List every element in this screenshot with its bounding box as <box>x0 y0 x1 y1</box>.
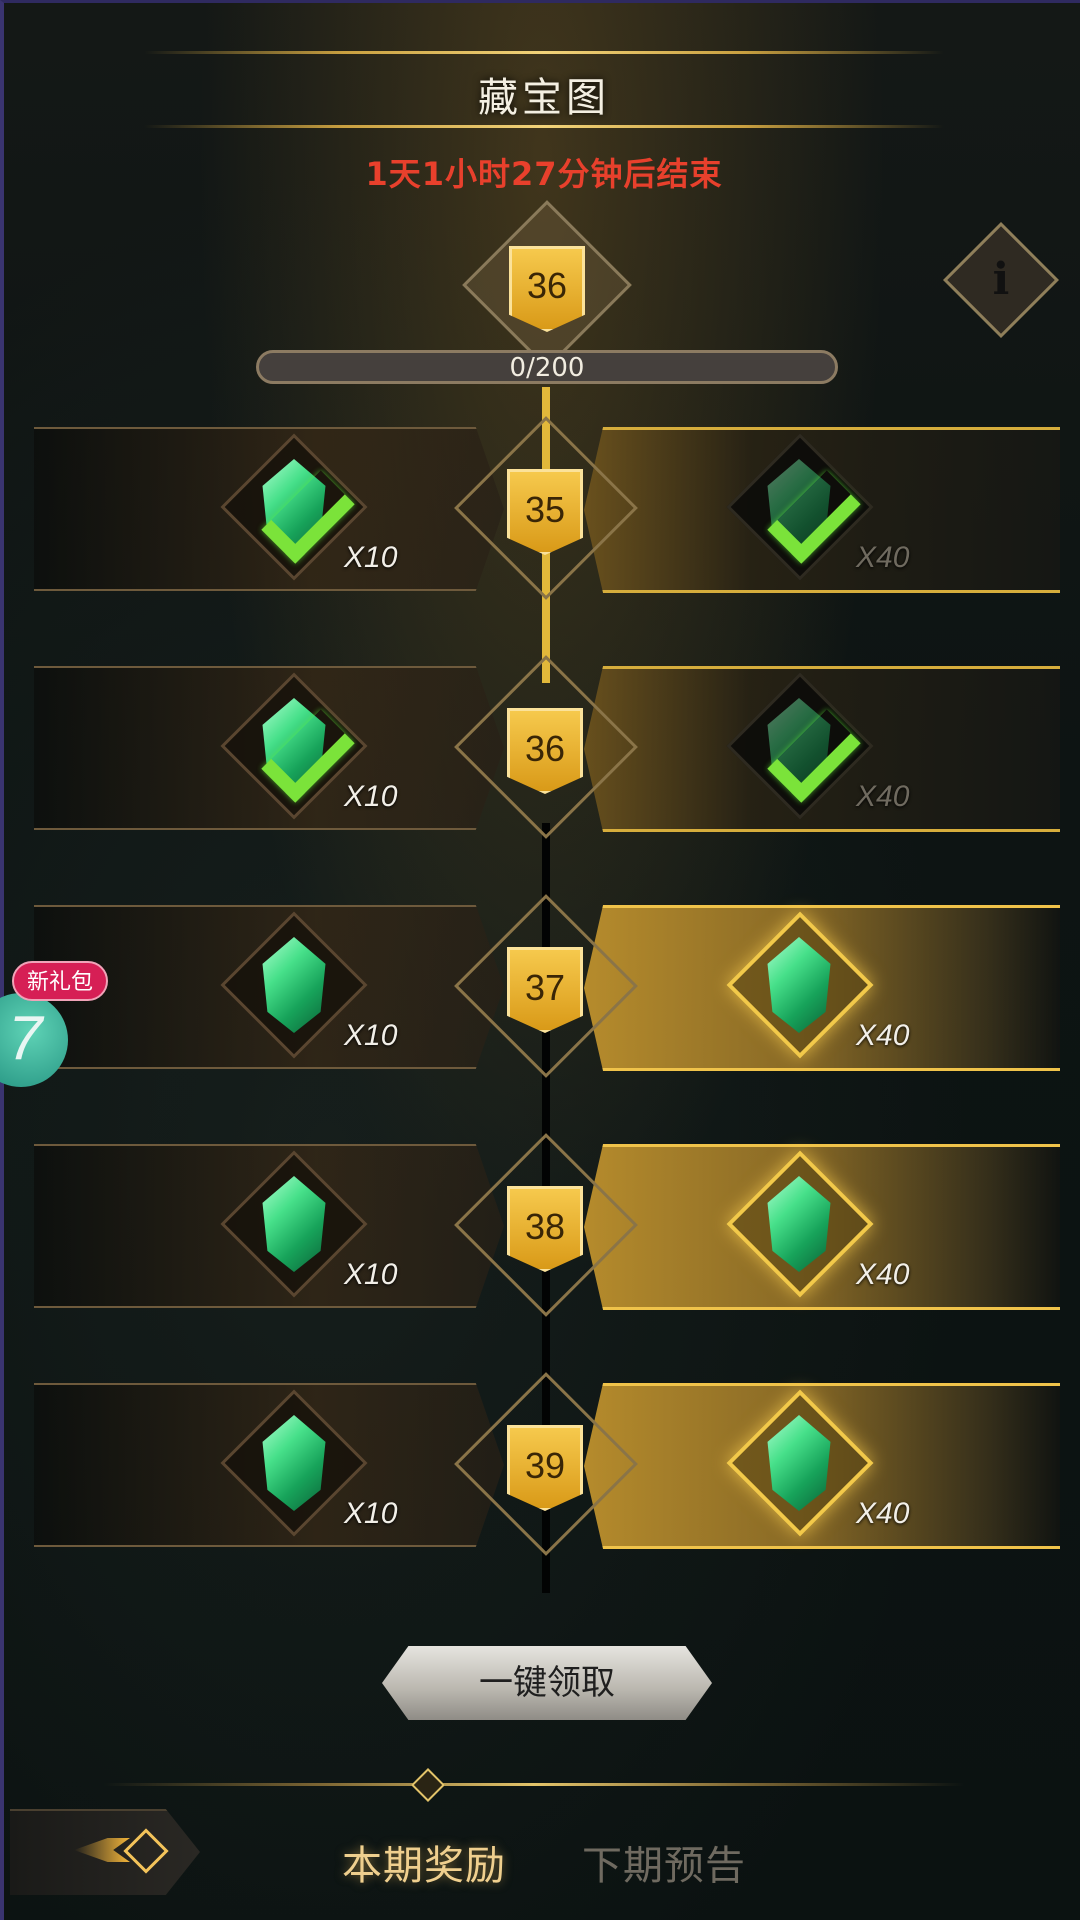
page-title: 藏宝图 <box>478 75 610 121</box>
active-tab-marker <box>411 1768 445 1802</box>
free-reward-qty: X10 <box>344 541 398 574</box>
premium-reward-qty: X40 <box>856 1019 910 1052</box>
level-number: 36 <box>524 728 566 769</box>
premium-reward-qty: X40 <box>856 1258 910 1291</box>
free-reward-qty: X10 <box>344 1019 398 1052</box>
gift-pack-digit[interactable]: 7 <box>8 1003 42 1074</box>
premium-reward-qty: X40 <box>856 1497 910 1530</box>
tab-next-preview[interactable]: 下期预告 <box>582 1833 746 1891</box>
level-number: 37 <box>524 967 566 1008</box>
free-reward-qty: X10 <box>344 1258 398 1291</box>
level-number: 39 <box>524 1445 566 1486</box>
free-reward-qty: X10 <box>344 780 398 813</box>
header-divider-top <box>144 51 944 54</box>
level-number: 38 <box>524 1206 566 1247</box>
free-reward-qty: X10 <box>344 1497 398 1530</box>
premium-reward-qty: X40 <box>856 780 910 813</box>
new-gift-badge[interactable]: 新礼包 <box>12 961 108 1001</box>
tab-current-rewards[interactable]: 本期奖励 <box>342 1833 506 1891</box>
info-icon[interactable]: i <box>960 239 1042 321</box>
level-number: 35 <box>524 489 566 530</box>
claim-all-label[interactable]: 一键领取 <box>382 1646 712 1720</box>
progress-text: 0/200 <box>509 353 585 383</box>
premium-reward-qty: X40 <box>856 541 910 574</box>
current-level-number: 36 <box>526 265 568 306</box>
event-countdown: 1天1小时27分钟后结束 <box>365 155 723 193</box>
header-divider-bottom <box>144 125 944 128</box>
tabs-divider <box>104 1783 964 1786</box>
treasure-map-screen: 藏宝图 1天1小时27分钟后结束 i 36 0/200 X10 35 X40 X… <box>0 0 1080 1920</box>
